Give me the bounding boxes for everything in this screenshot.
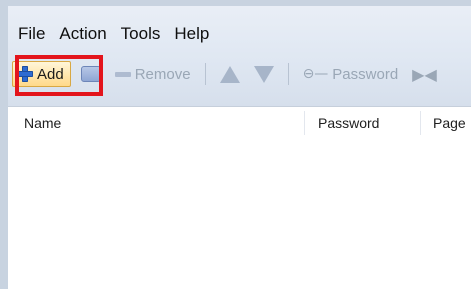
key-icon: ⊖— [302, 66, 329, 82]
password-label: Password [332, 65, 399, 83]
column-header-name[interactable]: Name [24, 107, 61, 139]
toolbar-separator [287, 63, 289, 85]
menu-file[interactable]: File [18, 24, 45, 44]
next-button[interactable]: ▶◀ [408, 61, 441, 87]
column-divider[interactable] [304, 111, 305, 135]
password-button[interactable]: ⊖— Password [299, 61, 403, 87]
arrow-up-icon [219, 65, 240, 83]
menu-action[interactable]: Action [59, 24, 106, 44]
list-header: Name Password Page [8, 106, 471, 140]
entries-list[interactable] [8, 138, 471, 289]
remove-button[interactable]: Remove [111, 61, 195, 87]
menu-help[interactable]: Help [174, 24, 209, 44]
toolbar-separator [204, 63, 206, 85]
menubar: File Action Tools Help [18, 22, 209, 46]
remove-label: Remove [134, 65, 191, 83]
column-header-password[interactable]: Password [318, 107, 379, 139]
move-up-button[interactable] [216, 61, 244, 87]
annotation-highlight-box [15, 55, 103, 96]
column-divider[interactable] [420, 111, 421, 135]
arrow-icon: ▶◀ [412, 64, 437, 84]
column-header-page[interactable]: Page [433, 107, 466, 139]
menu-tools[interactable]: Tools [121, 24, 161, 44]
move-down-button[interactable] [250, 61, 278, 87]
arrow-down-icon [253, 65, 274, 83]
minus-icon [114, 71, 131, 77]
